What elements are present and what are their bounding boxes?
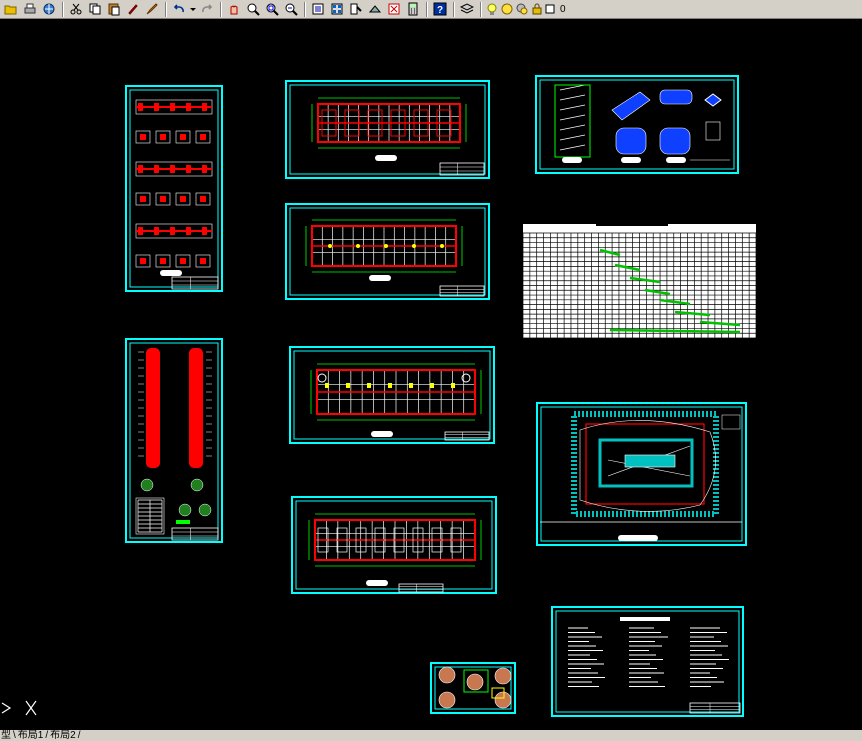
zoom-window-icon[interactable] [263, 1, 281, 18]
layer-lock-icon[interactable] [530, 1, 544, 18]
zoom-previous-icon[interactable] [282, 1, 300, 18]
sheet-set-icon[interactable] [366, 1, 384, 18]
ucs-icon [0, 697, 40, 732]
open-icon[interactable] [2, 1, 20, 18]
sheet-stair-details[interactable] [535, 75, 739, 174]
layout-tabs: 型 \ 布局1 / 布局2 / [0, 730, 862, 741]
sheet-foundation-details[interactable] [125, 85, 223, 292]
sheet-notes[interactable] [551, 606, 744, 717]
sheet-floor-plan-4[interactable] [291, 496, 497, 594]
redo-icon[interactable] [198, 1, 216, 18]
zoom-realtime-icon[interactable] [244, 1, 262, 18]
plot-icon[interactable] [21, 1, 39, 18]
svg-text:?: ? [437, 5, 443, 16]
standard-toolbar: ? 0 [0, 0, 862, 19]
tab-separator: / [77, 730, 81, 741]
layer-thaw-icon[interactable] [500, 1, 514, 18]
sheet-elevation-sections[interactable] [125, 338, 223, 543]
markup-icon[interactable] [385, 1, 403, 18]
sheet-floor-plan-1[interactable] [285, 80, 490, 179]
sheet-small-details[interactable] [430, 662, 516, 714]
copy-icon[interactable] [86, 1, 104, 18]
drawing-canvas[interactable] [0, 19, 862, 730]
tab-layout1[interactable]: 布局1 [17, 730, 45, 741]
sheet-floor-plan-2[interactable] [285, 203, 490, 300]
calculator-icon[interactable] [404, 1, 422, 18]
tab-model[interactable]: 型 [0, 730, 12, 741]
help-icon[interactable]: ? [431, 1, 449, 18]
layer-name-value[interactable]: 0 [560, 4, 566, 15]
undo-icon[interactable] [170, 1, 188, 18]
design-center-icon[interactable] [328, 1, 346, 18]
sheet-schedule-table[interactable] [522, 222, 757, 339]
paste-icon[interactable] [105, 1, 123, 18]
pan-icon[interactable] [225, 1, 243, 18]
layer-on-icon[interactable] [485, 1, 499, 18]
tool-palettes-icon[interactable] [347, 1, 365, 18]
matchprop-icon[interactable] [124, 1, 142, 18]
properties-icon[interactable] [309, 1, 327, 18]
sheet-site-plan[interactable] [536, 402, 747, 546]
sheet-floor-plan-3[interactable] [289, 346, 495, 444]
publish-icon[interactable] [40, 1, 58, 18]
chevron-down-icon[interactable] [189, 1, 197, 18]
cut-icon[interactable] [67, 1, 85, 18]
layer-viewport-icon[interactable] [515, 1, 529, 18]
brush-icon[interactable] [143, 1, 161, 18]
layer-color-swatch[interactable] [545, 1, 556, 18]
tab-layout2[interactable]: 布局2 [49, 730, 77, 741]
layer-manager-icon[interactable] [458, 1, 476, 18]
